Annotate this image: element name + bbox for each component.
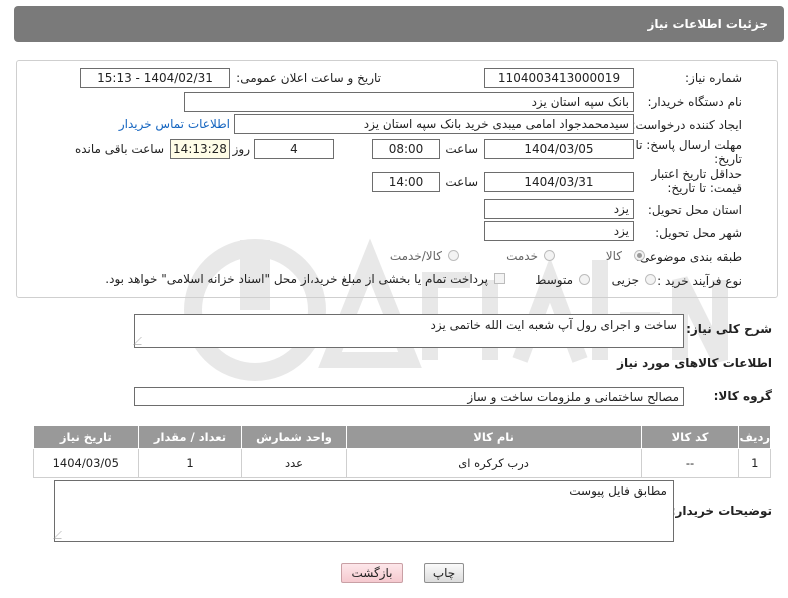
summary-label: شرح کلی نیاز: [686,322,772,336]
cell-row: 1 [738,448,771,478]
need-number-label: شماره نیاز: [685,71,742,85]
days-field[interactable]: 4 [254,139,334,159]
col-row: ردیف [738,425,771,449]
col-name: نام کالا [345,425,642,449]
buyer-contact-link[interactable]: اطلاعات تماس خریدار [119,117,230,131]
items-table-header: ردیف کد کالا نام کالا واحد شمارش تعداد /… [33,425,771,449]
price-validity-time-field[interactable]: 14:00 [372,172,440,192]
delivery-city-field[interactable]: یزد [484,221,634,241]
goods-section-title: اطلاعات کالاهای مورد نیاز [617,356,772,370]
price-validity-time-label: ساعت [445,175,478,189]
buyer-org-field[interactable]: بانک سپه استان یزد [184,92,634,112]
announce-field[interactable]: 1404/02/31 - 15:13 [80,68,230,88]
reply-deadline-label: مهلت ارسال پاسخ: تا تاریخ: [635,138,742,166]
delivery-province-field[interactable]: یزد [484,199,634,219]
process-option-medium: متوسط [535,273,573,287]
summary-textarea[interactable]: ساخت و اجرای رول آپ شعبه ایت الله خاتمی … [133,314,684,348]
back-button[interactable]: بازگشت [341,563,403,583]
delivery-city-label: شهر محل تحویل: [655,226,742,240]
process-radio-minor[interactable] [645,274,656,285]
reply-time-label: ساعت [445,142,478,156]
buyer-notes-textarea[interactable]: مطابق فایل پیوست [53,480,674,542]
category-radio-goods[interactable] [634,250,645,261]
category-option-goods-service: کالا/خدمت [389,249,442,263]
cell-code: -- [640,448,740,478]
goods-group-field[interactable]: مصالح ساختمانی و ملزومات ساخت و ساز [134,387,684,406]
treasury-checkbox[interactable] [494,273,505,284]
delivery-province-label: استان محل تحویل: [647,203,742,217]
cell-unit: عدد [241,448,347,478]
remaining-time-field: 14:13:28 [170,139,230,159]
price-validity-label: حداقل تاریخ اعتبار قیمت: تا تاریخ: [651,167,742,195]
table-row[interactable]: 1 -- درب کرکره ای عدد 1 1404/03/05 [33,448,771,478]
col-qty: تعداد / مقدار [137,425,243,449]
print-button[interactable]: چاپ [424,563,464,583]
announce-label: تاریخ و ساعت اعلان عمومی: [236,71,381,85]
category-label: طبقه بندی موضوعی: [635,250,742,264]
items-table: ردیف کد کالا نام کالا واحد شمارش تعداد /… [33,425,771,478]
remaining-label: ساعت باقی مانده [74,142,164,156]
category-option-goods: کالا [605,249,622,263]
page-title: جزئیات اطلاعات نیاز [647,17,768,31]
price-validity-date-field[interactable]: 1404/03/31 [484,172,634,192]
cell-date: 1404/03/05 [33,448,139,478]
category-radio-goods-service[interactable] [448,250,459,261]
category-option-service: خدمت [506,249,538,263]
col-date: تاریخ نیاز [33,425,139,449]
treasury-checkbox-text: پرداخت تمام یا بخشی از مبلغ خرید،از محل … [105,272,488,286]
creator-label: ایجاد کننده درخواست: [631,118,742,132]
goods-group-label: گروه کالا: [713,389,772,403]
buyer-notes-label: توضیحات خریدار: [670,504,772,518]
reply-date-field[interactable]: 1404/03/05 [484,139,634,159]
col-unit: واحد شمارش [241,425,347,449]
purchase-process-label: نوع فرآیند خرید : [657,274,742,288]
creator-field[interactable]: سیدمحمدجواد امامی میبدی خرید بانک سپه اس… [234,114,634,134]
resize-grip-icon[interactable] [133,337,149,345]
reply-time-field[interactable]: 08:00 [372,139,440,159]
buyer-notes-text: مطابق فایل پیوست [569,484,667,498]
panel-header: جزئیات اطلاعات نیاز [14,6,784,42]
need-number-field[interactable]: 1104003413000019 [484,68,634,88]
cell-name: درب کرکره ای [345,448,642,478]
summary-text: ساخت و اجرای رول آپ شعبه ایت الله خاتمی … [430,318,678,332]
cell-qty: 1 [137,448,243,478]
process-radio-medium[interactable] [579,274,590,285]
col-code: کد کالا [640,425,740,449]
resize-grip-icon[interactable] [53,531,69,539]
process-option-minor: جزیی [611,273,639,287]
buyer-org-label: نام دستگاه خریدار: [647,95,743,109]
category-radio-service[interactable] [544,250,555,261]
